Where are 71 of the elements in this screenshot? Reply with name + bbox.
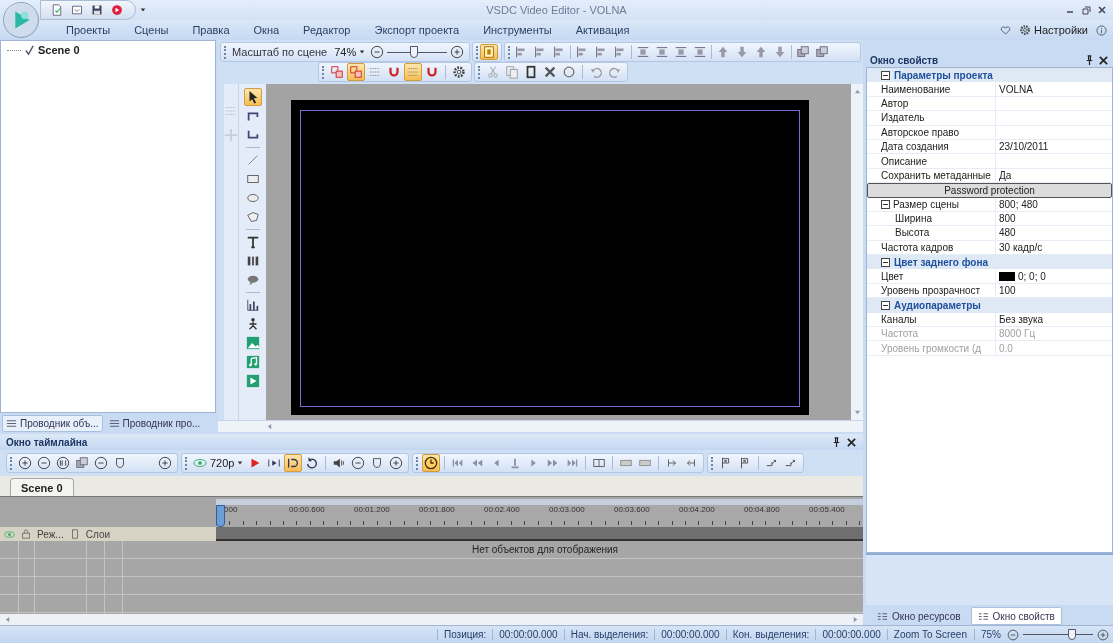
scene-tab[interactable]: Scene 0 (10, 478, 74, 496)
property-label: Уровень громкости (д (881, 342, 982, 354)
column-header: Слои (85, 528, 111, 540)
status-value: 00:00:00.000 (654, 629, 726, 640)
menu-tab[interactable]: Окна (242, 22, 291, 38)
property-label: Дата создания (881, 141, 949, 153)
property-label: Издатель (881, 112, 925, 124)
status-value: 00:00:00.000 (492, 629, 564, 640)
time-label: 00:03.600 (614, 505, 651, 516)
zoom-dropdown[interactable]: 74% (332, 45, 368, 59)
property-value[interactable]: 0; 0; 0 (1018, 270, 1046, 282)
status-label: Кон. выделения: (725, 629, 816, 640)
menu-tab[interactable]: Правка (181, 22, 241, 38)
property-label: Ширина (895, 213, 932, 225)
time-label: 00:01.200 (354, 505, 391, 516)
window-title: VSDC Video Editor - VOLNA (486, 4, 627, 16)
tree-item[interactable]: Scene 0 (38, 44, 80, 56)
property-label: Сохранить метаданные (881, 169, 991, 181)
property-value[interactable]: VOLNA (999, 83, 1033, 95)
menu-tab[interactable]: Активация (564, 22, 641, 38)
property-value[interactable]: Да (999, 169, 1012, 181)
group-header: Цвет заднего фона (894, 256, 989, 268)
panel-title: Окно таймлайна (6, 436, 89, 448)
menu-tab[interactable]: Сцены (123, 22, 180, 38)
property-value[interactable]: Без звука (999, 313, 1044, 325)
time-label: 00:00.600 (289, 505, 326, 516)
property-value[interactable]: 30 кадр/с (999, 241, 1043, 253)
property-label: Уровень прозрачност (881, 285, 981, 297)
property-label: Каналы (881, 313, 917, 325)
group-header: Аудиопараметры (894, 299, 981, 311)
property-value[interactable]: 23/10/2011 (999, 141, 1049, 153)
menu-tab[interactable]: Проекты (55, 22, 122, 38)
menu-tab[interactable]: Инструменты (472, 22, 563, 38)
property-label: Автор (881, 97, 909, 109)
toolbar-button[interactable]: 720p (191, 454, 246, 472)
status-label: Нач. выделения: (563, 629, 655, 640)
property-label: Частота (881, 328, 919, 340)
property-label: Высота (895, 227, 930, 239)
property-value[interactable]: 480 (999, 227, 1016, 239)
time-label: 00:05.400 (809, 505, 846, 516)
panel-tab[interactable]: Проводник объ... (2, 415, 103, 432)
time-label: 00:04.800 (744, 505, 781, 516)
zoom-label: Масштаб по сцене (231, 46, 329, 58)
property-label: Описание (881, 155, 927, 167)
menu-tab[interactable]: Редактор (292, 22, 362, 38)
time-label: 00:01.800 (419, 505, 456, 516)
panel-tab[interactable]: Окно свойств (970, 607, 1062, 625)
property-value[interactable]: 800 (999, 213, 1016, 225)
panel-title: Окно свойств (870, 54, 940, 66)
panel-tab[interactable]: Окно ресурсов (870, 607, 968, 625)
panel-tab[interactable]: Проводник про... (104, 415, 205, 432)
time-label: 00:02.400 (484, 505, 521, 516)
group-header: Параметры проекта (894, 69, 993, 81)
zoom-to-screen-button[interactable]: Zoom To Screen (886, 628, 974, 641)
property-label: Частота кадров (881, 241, 954, 253)
status-label: Позиция: (436, 629, 493, 640)
menu-tab[interactable]: Экспорт проекта (363, 22, 471, 38)
property-value[interactable]: 100 (999, 285, 1016, 297)
time-label: 00:04.200 (679, 505, 716, 516)
status-value: 00:00:00.000 (815, 629, 887, 640)
property-value[interactable]: 800; 480 (999, 198, 1038, 210)
property-label: Цвет (881, 270, 904, 282)
property-label: Наименование (881, 83, 951, 95)
column-header: Реж... (37, 528, 64, 540)
zoom-value: 75% (974, 629, 1007, 640)
empty-message: Нет объектов для отображения (471, 544, 618, 557)
property-label: Авторское право (881, 126, 960, 138)
time-label: 00:03.000 (549, 505, 586, 516)
password-button[interactable]: Password protection (867, 183, 1112, 198)
property-label: Размер сцены (893, 198, 960, 210)
settings-button[interactable]: Настройки (1017, 22, 1090, 38)
